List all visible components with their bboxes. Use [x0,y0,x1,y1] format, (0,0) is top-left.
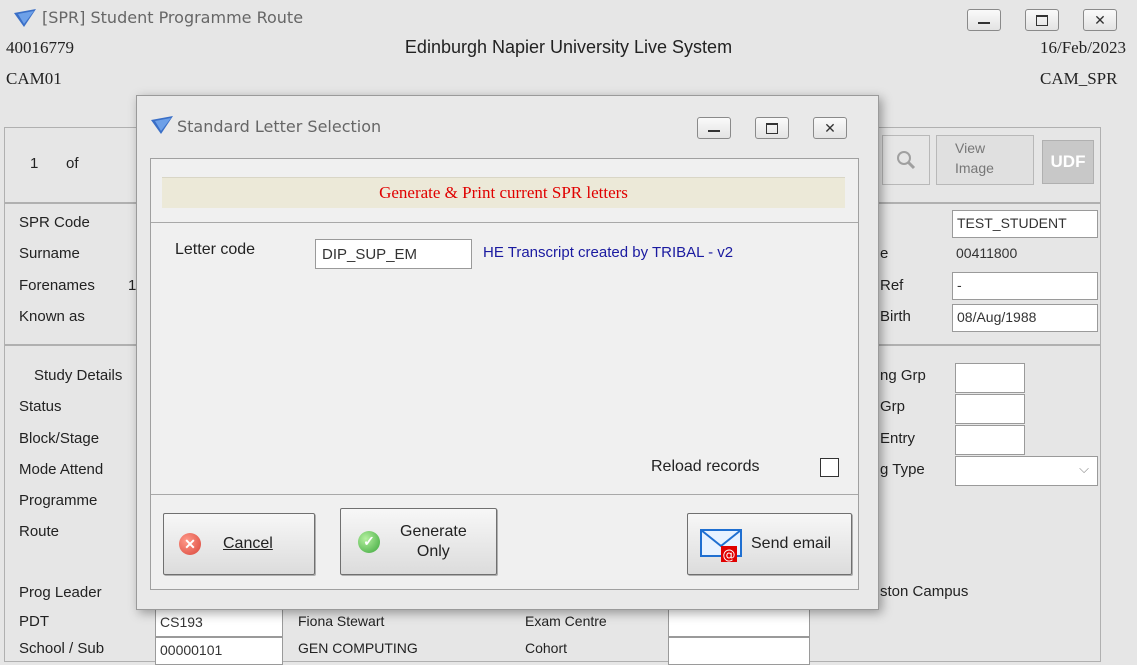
system-name: Edinburgh Napier University Live System [404,37,733,57]
dialog-title: Standard Letter Selection [177,117,382,136]
grp-field-1[interactable] [955,363,1025,393]
record-of-label: of [66,155,79,172]
ref-field[interactable]: - [952,272,1098,300]
send-email-label: Send email [751,535,832,552]
cancel-label: Cancel [223,535,273,552]
label-cohort: Cohort [525,640,568,656]
label-forenames: Forenames [19,277,95,294]
generate-label-1: Generate [400,522,467,540]
banner-text: Generate & Print current SPR letters [379,183,628,202]
label-exam-centre: Exam Centre [525,613,607,629]
study-details-header: Study Details [34,367,123,384]
current-date: 16/Feb/2023 [1040,38,1126,57]
pdt-code-field[interactable]: CS193 [155,609,283,637]
close-icon: ✕ [1094,11,1106,28]
dialog-logo-icon [151,116,173,134]
search-button[interactable] [882,135,930,185]
cancel-icon: ✕ [179,533,201,555]
label-spr-code: SPR Code [19,214,90,231]
maximize-icon [1036,14,1048,26]
entry-field[interactable] [955,425,1025,455]
minimize-icon [978,22,990,24]
minimize-icon [708,130,720,132]
label-pdt: PDT [19,613,49,630]
maximize-button[interactable] [1025,9,1059,31]
type-select[interactable]: ⌵ [955,456,1098,486]
chevron-down-icon: ⌵ [1079,461,1089,476]
close-icon: ✕ [824,119,836,136]
generate-only-button[interactable]: ✓ Generate Only [340,508,497,575]
birth-date-field[interactable]: 08/Aug/1988 [952,304,1098,332]
send-email-button[interactable]: @ Send email [687,513,852,575]
campus-text: ston Campus [880,583,969,600]
view-image-label-2: Image [955,160,994,176]
view-image-label-1: View [955,140,986,156]
dialog-close-button[interactable]: ✕ [813,117,847,139]
label-known-as: Known as [19,308,85,325]
module-code-right: CAM_SPR [1040,69,1118,88]
student-id-field[interactable]: TEST_STUDENT [952,210,1098,238]
label-school-sub: School / Sub [19,640,105,657]
email-icon: @ [700,529,742,563]
label-route: Route [19,523,60,540]
check-icon: ✓ [358,530,380,553]
minimize-button[interactable] [967,9,1001,31]
student-number: 00411800 [956,245,1018,261]
label-right-1: e [880,245,889,262]
dialog-minimize-button[interactable] [697,117,731,139]
label-programme: Programme [19,492,98,509]
cohort-field[interactable] [668,637,810,665]
label-block-stage: Block/Stage [19,430,100,447]
grp-field-2[interactable] [955,394,1025,424]
magnifier-icon [897,151,916,170]
reload-records-checkbox[interactable] [820,458,839,477]
dialog-content-panel: Generate & Print current SPR letters Let… [150,158,859,590]
divider [151,494,858,495]
udf-label: UDF [1050,152,1086,171]
label-type: g Type [880,461,925,478]
udf-button[interactable]: UDF [1042,140,1094,184]
app-logo-icon [14,9,36,27]
dialog-maximize-button[interactable] [755,117,789,139]
label-right-2: Ref [880,277,904,294]
letter-code-input[interactable]: DIP_SUP_EM [315,239,472,269]
school-code-field[interactable]: 00000101 [155,637,283,665]
label-surname: Surname [19,245,80,262]
view-image-button[interactable]: View Image [936,135,1034,185]
label-grp-1: ng Grp [880,367,926,384]
reload-records-label: Reload records [651,458,760,475]
cancel-button[interactable]: ✕ Cancel [163,513,315,575]
pdt-name: Fiona Stewart [298,613,385,629]
maximize-icon [766,122,778,134]
exam-centre-field[interactable] [668,609,810,637]
dialog-banner: Generate & Print current SPR letters [162,177,845,208]
label-status: Status [19,398,62,415]
school-name: GEN COMPUTING [298,640,418,656]
svg-text:@: @ [723,548,736,563]
record-current: 1 [30,155,39,172]
label-right-3: Birth [880,308,911,325]
generate-label-2: Only [416,542,450,560]
divider [151,222,858,223]
label-mode-attend: Mode Attend [19,461,104,478]
label-entry: Entry [880,430,916,447]
module-code-left: CAM01 [6,69,62,88]
close-button[interactable]: ✕ [1083,9,1117,31]
main-window-title: [SPR] Student Programme Route [42,8,304,27]
label-prog-leader: Prog Leader [19,584,102,601]
standard-letter-dialog: Standard Letter Selection ✕ Generate & P… [136,95,879,610]
label-grp-2: Grp [880,398,906,415]
letter-code-label: Letter code [175,241,256,258]
letter-description: HE Transcript created by TRIBAL - v2 [483,244,734,261]
